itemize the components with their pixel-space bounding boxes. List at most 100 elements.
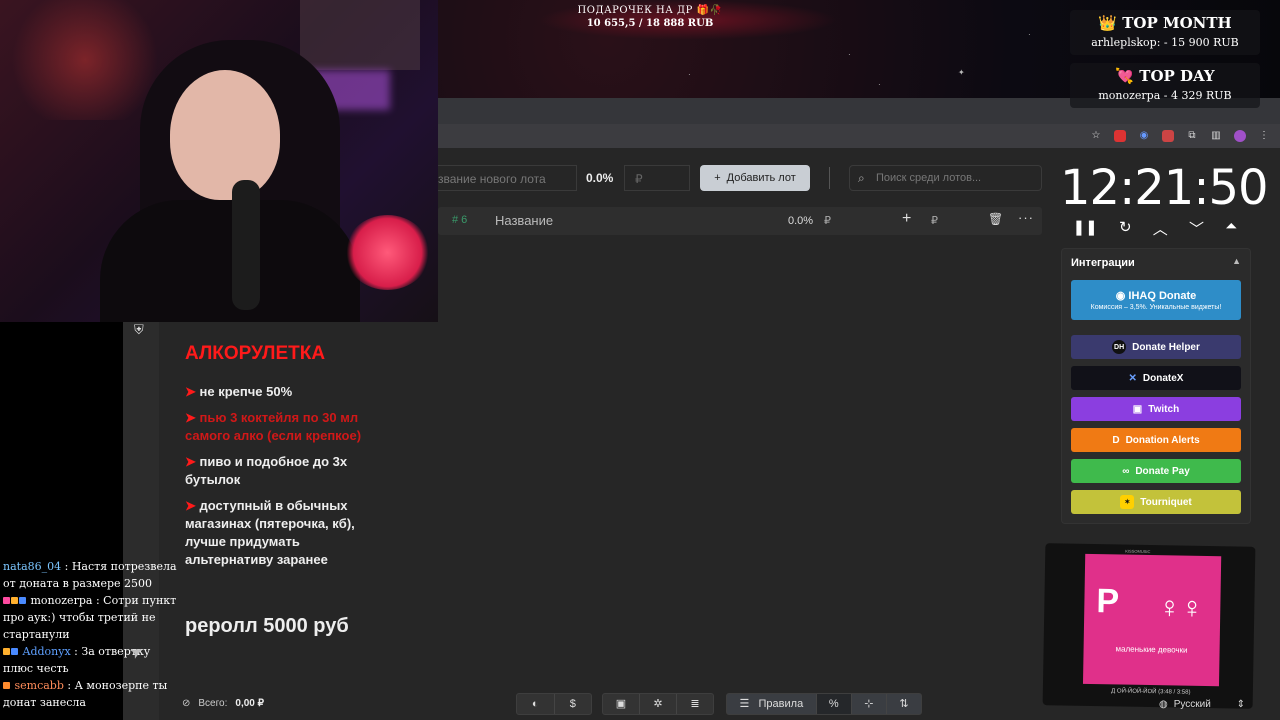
crown-icon: 👑 xyxy=(1098,14,1117,32)
reset-icon[interactable]: ↻ xyxy=(1119,218,1132,239)
new-lot-price-input[interactable]: ₽ xyxy=(624,165,690,191)
rule-item: ➤ не крепче 50% xyxy=(185,383,385,401)
add-amount-icon[interactable]: + xyxy=(902,210,911,228)
total-value: 0,00 ₽ xyxy=(235,698,264,709)
ihaq-subtitle: Комиссия – 3,5%. Уникальные виджеты! xyxy=(1090,304,1222,311)
album-cover: Р ♀♀ маленькие девочки xyxy=(1082,553,1222,687)
language-value: Русский xyxy=(1173,698,1211,710)
lot-name[interactable]: Название xyxy=(495,213,553,228)
audio-ext-icon[interactable]: ◉ xyxy=(1138,130,1150,142)
ext-icon[interactable] xyxy=(1162,130,1174,142)
github-icon[interactable]: ◐ xyxy=(517,694,555,714)
collapse-icon[interactable]: ▲ xyxy=(1232,256,1241,266)
save-icon[interactable]: ▣ xyxy=(603,694,640,714)
donatex-button[interactable]: ✕ DonateX xyxy=(1071,366,1241,390)
timer-controls: ❚❚ ↻ ︿ ﹀ ⏶ xyxy=(1062,218,1248,239)
select-arrows-icon: ⇕ xyxy=(1236,698,1245,710)
more-icon[interactable]: ··· xyxy=(1018,210,1034,225)
integrations-panel: Интеграции ▲ ◉ IHAQ Donate Комиссия – 3,… xyxy=(1061,248,1251,524)
ihaq-icon: ◉ xyxy=(1115,290,1126,302)
tourniquet-button[interactable]: ✶ Tourniquet xyxy=(1071,490,1241,514)
twitch-button[interactable]: ▣ Twitch xyxy=(1071,397,1241,421)
rules-title: АЛКОРУЛЕТКА xyxy=(185,343,326,364)
donation-alerts-icon: D xyxy=(1112,434,1120,446)
list-icon: ☰ xyxy=(739,698,750,710)
split-icon[interactable]: ⊹ xyxy=(852,694,887,714)
eye-off-icon[interactable]: ⊘ xyxy=(182,698,190,709)
now-playing-widget: KISSOMUSIC Р ♀♀ маленькие девочки Д ОЙ-Й… xyxy=(1042,543,1256,709)
top-donors-widget: 👑 TOP MONTH arhleplskop: - 15 900 RUB 💘 … xyxy=(1070,10,1260,116)
chevron-up-icon[interactable]: ︿ xyxy=(1153,218,1168,239)
chat-username: Addonyx xyxy=(22,645,71,658)
rules-label: Правила xyxy=(758,698,804,710)
lot-add-amount[interactable]: ₽ xyxy=(931,214,938,227)
toolbar-divider xyxy=(829,167,830,189)
lot-row: # 6 Название 0.0% ₽ + ₽ 🗑 ··· xyxy=(438,207,1042,235)
shield-icon[interactable]: ⛨ xyxy=(134,322,144,338)
chat-message: Addonyx : За отвертку плюс честь xyxy=(3,643,183,677)
chat-username: monozerpa xyxy=(30,594,93,607)
menu-icon[interactable]: ⋮ xyxy=(1258,130,1270,142)
donate-pay-icon: ∞ xyxy=(1122,465,1130,477)
ihaq-donate-button[interactable]: ◉ IHAQ Donate Комиссия – 3,5%. Уникальны… xyxy=(1071,280,1241,320)
donation-alerts-button[interactable]: D Donation Alerts xyxy=(1071,428,1241,452)
chevron-down-icon[interactable]: ﹀ xyxy=(1189,218,1204,239)
gift-goal-widget: ПОДАРОЧЕК НА ДР 🎁🥀 10 655,5 / 18 888 RUB xyxy=(560,5,740,29)
lot-percent: 0.0% xyxy=(788,215,814,227)
twitch-label: Twitch xyxy=(1148,403,1180,415)
lot-search-input[interactable]: ⌕ Поиск среди лотов... xyxy=(849,165,1042,191)
star-icon[interactable]: ☆ xyxy=(1090,130,1102,142)
links-group: ◐ $ xyxy=(516,693,592,715)
chat-separator: : xyxy=(64,560,69,573)
badge-icon xyxy=(3,648,10,655)
chat-username: nata86_04 xyxy=(3,560,62,573)
rules-button[interactable]: ☰ Правила xyxy=(727,694,817,714)
actions-group: ▣ ✲ ≣ xyxy=(602,693,714,715)
language-select[interactable]: ◍ Русский ⇕ xyxy=(1153,694,1253,714)
new-lot-percent: 0.0% xyxy=(586,171,614,185)
dollar-icon[interactable]: $ xyxy=(555,694,592,714)
webcam-feed xyxy=(0,0,438,322)
clear-list-icon[interactable]: ≣ xyxy=(677,694,713,714)
twitch-icon: ▣ xyxy=(1132,403,1143,415)
arrow-icon: ➤ xyxy=(185,410,196,425)
sidebar-icon[interactable]: ▥ xyxy=(1210,130,1222,142)
badge-icon xyxy=(19,597,26,604)
chat-overlay: nata86_04 : Настя потрезвела от доната в… xyxy=(3,558,183,711)
donation-alerts-label: Donation Alerts xyxy=(1125,434,1200,446)
bug-icon[interactable]: ✲ xyxy=(640,694,677,714)
arrow-icon: ➤ xyxy=(185,498,196,513)
donate-pay-label: Donate Pay xyxy=(1135,465,1190,477)
youtube-ext-icon[interactable] xyxy=(1114,130,1126,142)
ihaq-label: IHAQ Donate xyxy=(1128,290,1197,302)
donate-helper-label: Donate Helper xyxy=(1132,341,1200,353)
trash-icon[interactable]: 🗑 xyxy=(988,212,1003,226)
donate-helper-button[interactable]: DH Donate Helper xyxy=(1071,335,1241,359)
gift-goal-value: 10 655,5 / 18 888 RUB xyxy=(586,18,714,29)
new-lot-name-input[interactable]: звание нового лота xyxy=(438,165,577,191)
top-day-entry: monozerpa - 4 329 RUB xyxy=(1098,89,1232,102)
add-lot-label: Добавить лот xyxy=(726,172,796,184)
lot-amount[interactable]: ₽ xyxy=(824,214,831,227)
lot-number: # 6 xyxy=(452,214,468,226)
donate-pay-button[interactable]: ∞ Donate Pay xyxy=(1071,459,1241,483)
double-chevron-up-icon[interactable]: ⏶ xyxy=(1225,218,1237,239)
pause-icon[interactable]: ❚❚ xyxy=(1073,218,1098,239)
profile-avatar[interactable] xyxy=(1234,130,1246,142)
rule-text: не крепче 50% xyxy=(199,384,293,399)
rule-text: пью 3 коктейля по 30 мл самого алко (есл… xyxy=(185,410,362,443)
rule-text: доступный в обычных магазинах (пятерочка… xyxy=(185,498,355,567)
top-month-entry: arhleplskop: - 15 900 RUB xyxy=(1091,36,1239,49)
sort-icon[interactable]: ⇅ xyxy=(887,694,921,714)
puzzle-icon[interactable]: ⧉ xyxy=(1186,130,1198,142)
rule-item: ➤ доступный в обычных магазинах (пятероч… xyxy=(185,497,385,569)
tourniquet-icon: ✶ xyxy=(1120,495,1135,509)
donatex-icon: ✕ xyxy=(1128,372,1137,384)
globe-icon: ◍ xyxy=(1159,698,1168,710)
top-day-title: TOP DAY xyxy=(1139,67,1215,85)
chat-separator: : xyxy=(67,679,72,692)
donate-helper-icon: DH xyxy=(1112,340,1127,354)
add-lot-button[interactable]: + Добавить лот xyxy=(700,165,810,191)
percent-button[interactable]: % xyxy=(816,694,852,714)
chat-separator: : xyxy=(74,645,78,658)
